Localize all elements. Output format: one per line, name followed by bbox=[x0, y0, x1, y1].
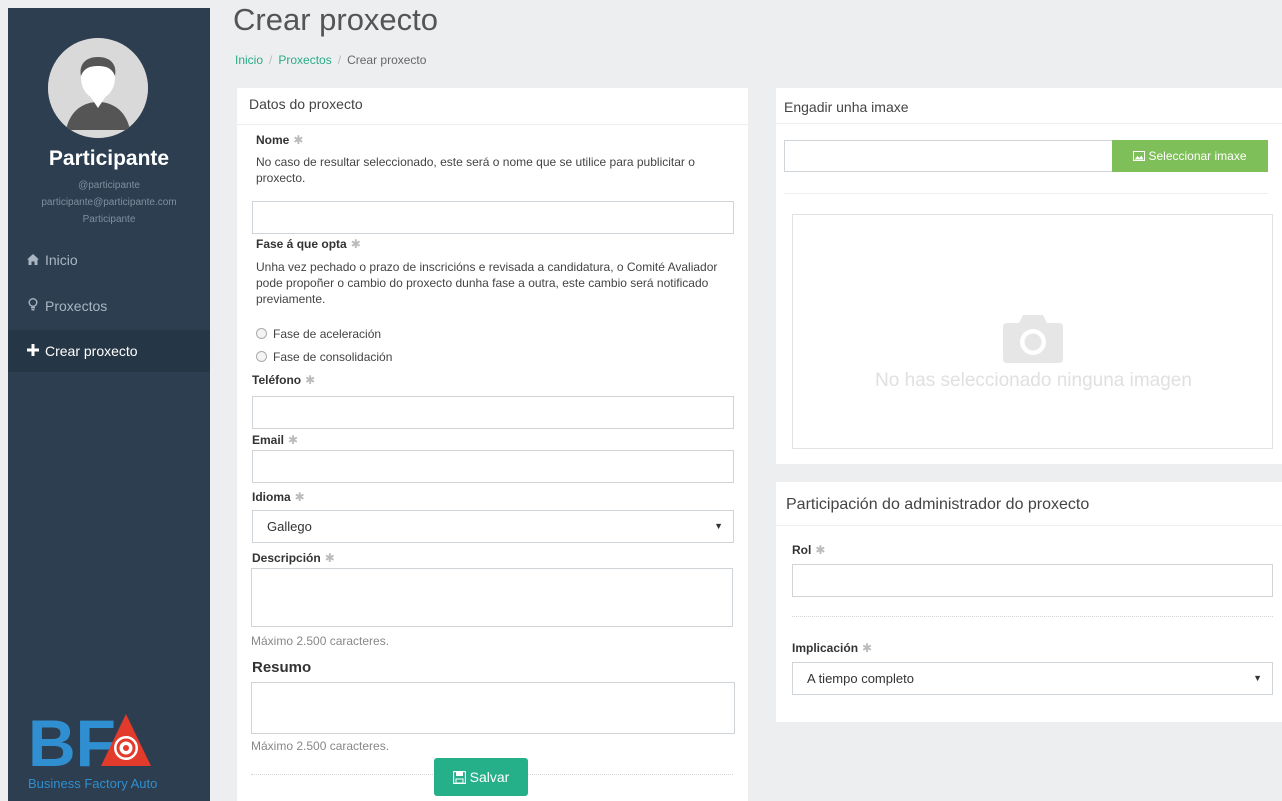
breadcrumb-link-proxectos[interactable]: Proxectos bbox=[278, 53, 331, 67]
nome-label: Nome ✱ bbox=[256, 133, 304, 147]
user-handle: @participante bbox=[78, 180, 140, 191]
telefono-input[interactable] bbox=[252, 396, 734, 429]
fase-label: Fase á que opta ✱ bbox=[256, 237, 361, 251]
breadcrumb: Inicio / Proxectos / Crear proxecto bbox=[235, 53, 426, 67]
nome-help: No caso de resultar seleccionado, este s… bbox=[256, 155, 695, 185]
sidebar: Participante @participante participante@… bbox=[8, 8, 210, 801]
select-image-button[interactable]: Seleccionar imaxe bbox=[1112, 140, 1268, 172]
no-image-text: No has seleccionado ninguna imagen bbox=[875, 370, 1192, 391]
breadcrumb-separator: / bbox=[269, 53, 273, 67]
required-icon: ✱ bbox=[350, 237, 361, 251]
image-preview: No has seleccionado ninguna imagen bbox=[792, 214, 1273, 449]
panel-title: Datos do proxecto bbox=[237, 88, 748, 125]
bfa-logo: BF Business Factory Auto bbox=[26, 704, 180, 794]
implicacion-label: Implicación ✱ bbox=[792, 641, 873, 655]
sidebar-item-crear-proxecto[interactable]: Crear proxecto bbox=[8, 330, 210, 372]
floppy-disk-icon bbox=[452, 770, 466, 785]
lightbulb-icon bbox=[26, 285, 40, 327]
required-icon: ✱ bbox=[305, 373, 316, 387]
required-icon: ✱ bbox=[862, 641, 873, 655]
idioma-select[interactable]: Gallego ▼ bbox=[252, 510, 734, 543]
breadcrumb-current: Crear proxecto bbox=[347, 53, 427, 67]
image-filename-input[interactable] bbox=[784, 140, 1114, 172]
descripcion-textarea[interactable] bbox=[251, 568, 733, 627]
sidebar-item-label: Inicio bbox=[45, 252, 78, 268]
sidebar-item-label: Crear proxecto bbox=[45, 343, 138, 359]
radio-circle-icon[interactable] bbox=[256, 351, 267, 362]
user-name: Participante bbox=[48, 147, 170, 170]
sidebar-item-label: Proxectos bbox=[45, 298, 108, 314]
nome-input[interactable] bbox=[252, 201, 734, 234]
panel-title: Participación do administrador do proxec… bbox=[776, 482, 1282, 526]
radio-fase-aceleracion[interactable]: Fase de aceleración bbox=[256, 327, 381, 341]
required-icon: ✱ bbox=[815, 543, 826, 557]
email-input[interactable] bbox=[252, 450, 734, 483]
home-icon bbox=[26, 239, 40, 281]
sidebar-item-proxectos[interactable]: Proxectos bbox=[8, 285, 210, 327]
logo-letters: BF bbox=[28, 706, 116, 780]
logo-tagline: Business Factory Auto bbox=[28, 776, 157, 791]
image-icon bbox=[1133, 151, 1146, 161]
required-icon: ✱ bbox=[293, 133, 304, 147]
email-label: Email ✱ bbox=[252, 433, 299, 447]
required-icon: ✱ bbox=[324, 551, 335, 565]
camera-icon bbox=[1003, 315, 1063, 363]
caret-down-icon: ▼ bbox=[1253, 673, 1262, 683]
descripcion-label: Descripción ✱ bbox=[252, 551, 335, 565]
resumo-label: Resumo bbox=[252, 659, 312, 676]
plus-icon bbox=[26, 330, 40, 372]
caret-down-icon: ▼ bbox=[714, 521, 723, 531]
bfa-logo-icon: BF Business Factory Auto bbox=[28, 706, 157, 791]
required-icon: ✱ bbox=[288, 433, 299, 447]
resumo-textarea[interactable] bbox=[251, 682, 735, 734]
radio-fase-consolidacion[interactable]: Fase de consolidación bbox=[256, 350, 392, 364]
radio-circle-icon[interactable] bbox=[256, 328, 267, 339]
breadcrumb-separator: / bbox=[337, 53, 342, 67]
panel-title: Engadir unha imaxe bbox=[776, 88, 1282, 124]
user-silhouette-icon bbox=[48, 38, 148, 138]
idioma-label: Idioma ✱ bbox=[252, 490, 305, 504]
sidebar-item-inicio[interactable]: Inicio bbox=[8, 239, 210, 281]
breadcrumb-link-inicio[interactable]: Inicio bbox=[235, 53, 263, 67]
rol-input[interactable] bbox=[792, 564, 1273, 597]
user-role: Participante bbox=[82, 214, 136, 225]
telefono-label: Teléfono ✱ bbox=[252, 373, 316, 387]
page-title: Crear proxecto bbox=[233, 2, 439, 37]
fase-help: Unha vez pechado o prazo de inscricións … bbox=[256, 260, 718, 306]
divider bbox=[792, 616, 1273, 617]
user-email: participante@participante.com bbox=[41, 197, 177, 208]
implicacion-select[interactable]: A tiempo completo ▼ bbox=[792, 662, 1273, 695]
rol-label: Rol ✱ bbox=[792, 543, 826, 557]
avatar bbox=[48, 38, 148, 138]
required-icon: ✱ bbox=[294, 490, 305, 504]
save-button[interactable]: Salvar bbox=[434, 758, 528, 796]
divider bbox=[784, 193, 1268, 194]
descripcion-hint: Máximo 2.500 caracteres. bbox=[251, 634, 390, 648]
resumo-hint: Máximo 2.500 caracteres. bbox=[251, 739, 390, 753]
